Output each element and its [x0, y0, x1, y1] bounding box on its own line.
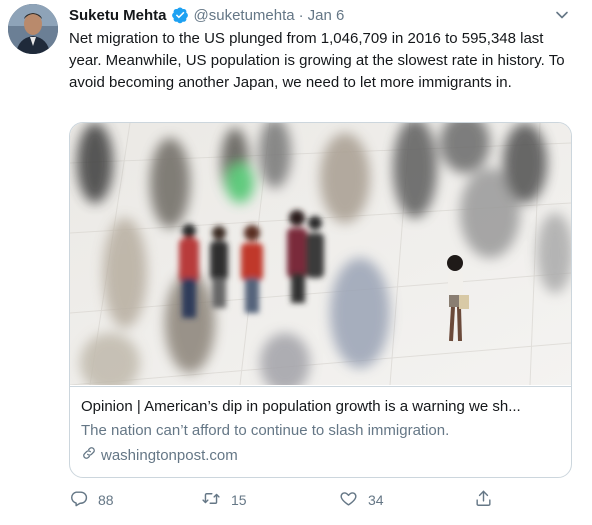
share-icon [474, 489, 503, 511]
card-image[interactable] [70, 123, 571, 385]
card-domain: washingtonpost.com [81, 445, 560, 467]
card-title: Opinion | American’s dip in population g… [81, 398, 521, 415]
link-card[interactable]: Opinion | American’s dip in population g… [69, 122, 572, 478]
author-handle[interactable]: @suketumehta [194, 7, 295, 24]
like-button[interactable]: 34 [339, 488, 384, 512]
heart-icon [339, 489, 368, 511]
tweet-actions: 88 15 34 [69, 488, 509, 512]
separator-dot: · [298, 6, 304, 24]
share-button[interactable] [474, 488, 503, 512]
author-name[interactable]: Suketu Mehta [69, 7, 167, 24]
card-domain-text: washingtonpost.com [101, 447, 238, 464]
tweet[interactable]: Suketu Mehta @suketumehta · Jan 6 Net mi… [0, 0, 592, 525]
like-count: 34 [368, 492, 384, 508]
verified-badge-icon [171, 6, 189, 24]
retweet-button[interactable]: 15 [201, 488, 247, 512]
reply-icon [69, 489, 98, 511]
retweet-icon [201, 489, 231, 511]
tweet-header: Suketu Mehta @suketumehta · Jan 6 [69, 4, 572, 26]
reply-button[interactable]: 88 [69, 488, 114, 512]
retweet-count: 15 [231, 492, 247, 508]
card-description: The nation can’t afford to continue to s… [81, 422, 450, 439]
reply-count: 88 [98, 492, 114, 508]
card-body[interactable]: Opinion | American’s dip in population g… [70, 386, 571, 477]
avatar[interactable] [8, 4, 58, 54]
chevron-down-icon[interactable] [554, 7, 570, 23]
tweet-date[interactable]: Jan 6 [308, 7, 345, 24]
link-icon [81, 445, 101, 467]
tweet-text: Net migration to the US plunged from 1,0… [69, 30, 569, 91]
